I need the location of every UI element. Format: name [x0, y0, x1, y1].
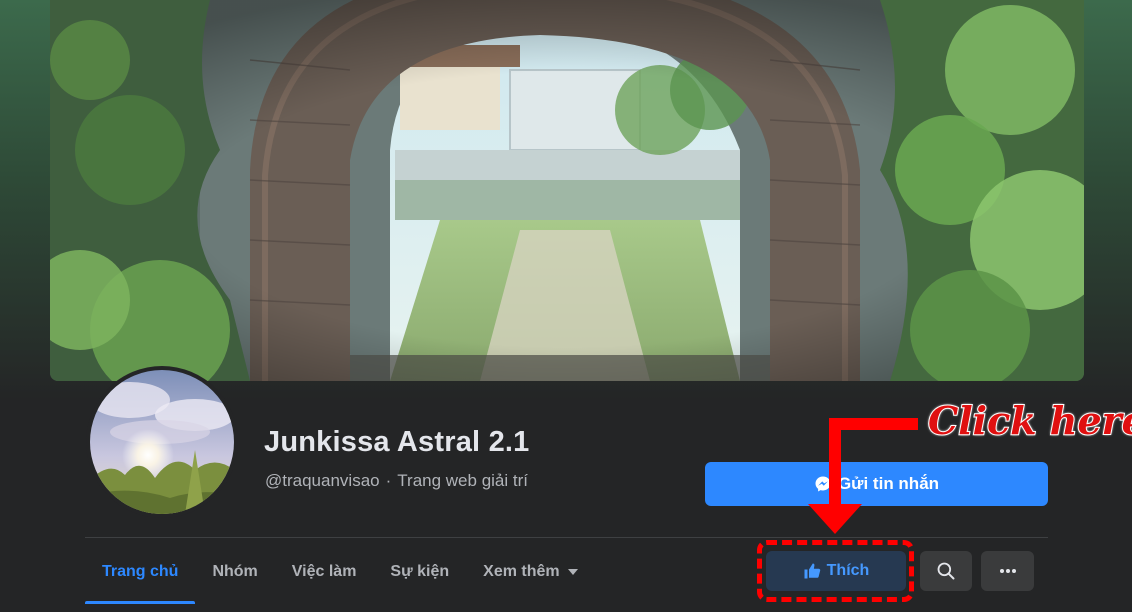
tab-home[interactable]: Trang chủ: [85, 540, 196, 604]
tab-home-label: Trang chủ: [102, 563, 179, 580]
thumbs-up-icon: [803, 562, 821, 580]
page-subtitle: @traquanvisao · Trang web giải trí: [265, 471, 528, 491]
subtitle-separator: ·: [385, 471, 392, 490]
more-options-button[interactable]: [981, 551, 1034, 591]
tab-events[interactable]: Sự kiện: [373, 540, 466, 604]
page-avatar[interactable]: [86, 366, 238, 518]
tab-groups[interactable]: Nhóm: [195, 540, 274, 604]
page-category: Trang web giải trí: [397, 471, 528, 490]
like-label: Thích: [826, 562, 870, 579]
tab-more-label: Xem thêm: [483, 563, 560, 580]
search-icon: [936, 561, 956, 581]
tab-events-label: Sự kiện: [390, 563, 450, 580]
like-button[interactable]: Thích: [766, 551, 906, 591]
tab-jobs[interactable]: Việc làm: [275, 540, 374, 604]
caret-down-icon: [567, 569, 578, 575]
page-title: Junkissa Astral 2.1: [264, 426, 530, 458]
more-dots-icon: [999, 569, 1016, 573]
tab-jobs-label: Việc làm: [291, 563, 357, 580]
tab-groups-label: Nhóm: [212, 563, 258, 580]
annotation-click-here: Click here: [927, 397, 1132, 444]
search-button[interactable]: [920, 551, 972, 591]
page-tabs: Trang chủ Nhóm Việc làm Sự kiện Xem thêm: [85, 540, 595, 604]
cover-photo[interactable]: [50, 0, 1084, 381]
tab-more[interactable]: Xem thêm: [466, 540, 594, 604]
annotation-arrow: [808, 418, 918, 534]
page-handle: @traquanvisao: [265, 471, 380, 490]
